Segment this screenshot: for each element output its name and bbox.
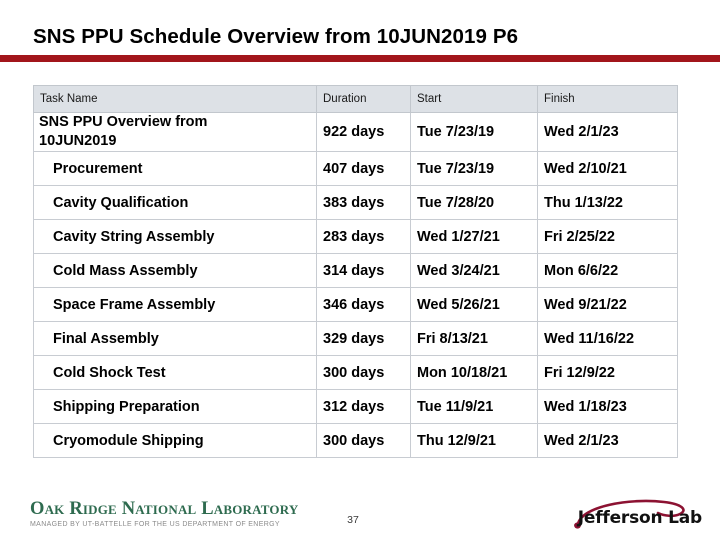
- table-row: Space Frame Assembly 346 days Wed 5/26/2…: [33, 287, 678, 322]
- column-header-start: Start: [410, 85, 538, 113]
- cell-start: Wed 3/24/21: [410, 253, 538, 288]
- cell-duration: 314 days: [316, 253, 411, 288]
- slide-canvas: SNS PPU Schedule Overview from 10JUN2019…: [0, 0, 720, 540]
- ornl-logo-name: Oak Ridge National Laboratory: [30, 499, 299, 519]
- cell-start: Mon 10/18/21: [410, 355, 538, 390]
- table-row: Cryomodule Shipping 300 days Thu 12/9/21…: [33, 423, 678, 458]
- cell-duration: 346 days: [316, 287, 411, 322]
- cell-task-name: Cavity Qualification: [33, 185, 317, 220]
- table-row: Cavity Qualification 383 days Tue 7/28/2…: [33, 185, 678, 220]
- title-accent-rule: [0, 55, 720, 62]
- cell-duration: 300 days: [316, 355, 411, 390]
- schedule-table: Task Name Duration Start Finish SNS PPU …: [33, 85, 678, 458]
- cell-start: Tue 7/23/19: [410, 151, 538, 186]
- table-body: SNS PPU Overview from 10JUN2019 922 days…: [33, 112, 678, 458]
- table-row: SNS PPU Overview from 10JUN2019 922 days…: [33, 112, 678, 152]
- jefferson-lab-logo-text: Jefferson Lab: [577, 508, 702, 528]
- table-header: Task Name Duration Start Finish: [33, 85, 678, 113]
- table-row: Cold Shock Test 300 days Mon 10/18/21 Fr…: [33, 355, 678, 390]
- column-header-task-name: Task Name: [33, 85, 317, 113]
- cell-finish: Fri 2/25/22: [537, 219, 678, 254]
- cell-finish: Mon 6/6/22: [537, 253, 678, 288]
- cell-start: Tue 7/28/20: [410, 185, 538, 220]
- cell-duration: 312 days: [316, 389, 411, 424]
- ornl-logo: Oak Ridge National Laboratory MANAGED BY…: [30, 499, 320, 528]
- task-name-text: SNS PPU Overview from 10JUN2019: [39, 114, 208, 149]
- cell-task-name: Cold Shock Test: [33, 355, 317, 390]
- cell-duration: 329 days: [316, 321, 411, 356]
- page-title: SNS PPU Schedule Overview from 10JUN2019…: [33, 25, 519, 48]
- table-row: Cavity String Assembly 283 days Wed 1/27…: [33, 219, 678, 254]
- page-number: 37: [347, 514, 359, 526]
- table-header-row: Task Name Duration Start Finish: [33, 85, 678, 113]
- cell-finish: Fri 12/9/22: [537, 355, 678, 390]
- cell-start: Thu 12/9/21: [410, 423, 538, 458]
- table-row: Cold Mass Assembly 314 days Wed 3/24/21 …: [33, 253, 678, 288]
- cell-duration: 407 days: [316, 151, 411, 186]
- cell-finish: Wed 2/10/21: [537, 151, 678, 186]
- slide-footer: Oak Ridge National Laboratory MANAGED BY…: [0, 490, 720, 540]
- cell-task-name: Shipping Preparation: [33, 389, 317, 424]
- cell-duration: 300 days: [316, 423, 411, 458]
- cell-start: Fri 8/13/21: [410, 321, 538, 356]
- cell-start: Tue 7/23/19: [410, 112, 538, 152]
- cell-duration: 383 days: [316, 185, 411, 220]
- cell-task-name: Space Frame Assembly: [33, 287, 317, 322]
- cell-start: Tue 11/9/21: [410, 389, 538, 424]
- cell-task-name: Procurement: [33, 151, 317, 186]
- ornl-logo-tagline: MANAGED BY UT-BATTELLE FOR THE US DEPART…: [30, 521, 280, 528]
- cell-start: Wed 1/27/21: [410, 219, 538, 254]
- cell-task-name: Cryomodule Shipping: [33, 423, 317, 458]
- table-row: Procurement 407 days Tue 7/23/19 Wed 2/1…: [33, 151, 678, 186]
- cell-finish: Wed 11/16/22: [537, 321, 678, 356]
- cell-finish: Wed 1/18/23: [537, 389, 678, 424]
- table-row: Shipping Preparation 312 days Tue 11/9/2…: [33, 389, 678, 424]
- cell-task-name: Cold Mass Assembly: [33, 253, 317, 288]
- cell-finish: Thu 1/13/22: [537, 185, 678, 220]
- table-row: Final Assembly 329 days Fri 8/13/21 Wed …: [33, 321, 678, 356]
- cell-finish: Wed 9/21/22: [537, 287, 678, 322]
- schedule-table-container: Task Name Duration Start Finish SNS PPU …: [33, 85, 678, 458]
- cell-start: Wed 5/26/21: [410, 287, 538, 322]
- cell-task-name: SNS PPU Overview from 10JUN2019: [33, 112, 317, 152]
- column-header-duration: Duration: [316, 85, 411, 113]
- cell-finish: Wed 2/1/23: [537, 423, 678, 458]
- cell-task-name: Final Assembly: [33, 321, 317, 356]
- cell-finish: Wed 2/1/23: [537, 112, 678, 152]
- cell-duration: 922 days: [316, 112, 411, 152]
- column-header-finish: Finish: [537, 85, 678, 113]
- cell-duration: 283 days: [316, 219, 411, 254]
- cell-task-name: Cavity String Assembly: [33, 219, 317, 254]
